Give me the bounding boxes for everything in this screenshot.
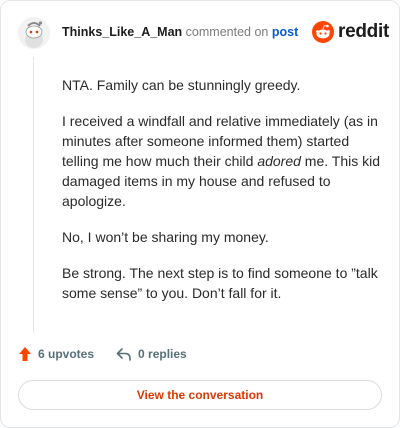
comment-paragraph: NTA. Family can be stunningly greedy.	[62, 77, 301, 93]
avatar[interactable]	[18, 17, 50, 49]
upvote-count: 6 upvotes	[38, 347, 95, 361]
snoo-avatar-icon	[18, 17, 50, 49]
comment-paragraph: Be strong. The next step is to find some…	[62, 265, 378, 301]
username-link[interactable]: Thinks_Like_A_Man	[62, 25, 182, 39]
post-link[interactable]: post	[272, 25, 298, 39]
reply-button[interactable]: 0 replies	[116, 347, 187, 361]
upvote-button[interactable]: 6 upvotes	[18, 346, 94, 362]
reply-count: 0 replies	[138, 347, 187, 361]
comment-actions: 6 upvotes 0 replies	[18, 346, 187, 362]
thread-line	[33, 57, 34, 333]
reddit-logo[interactable]: reddit	[312, 21, 389, 43]
reddit-wordmark: reddit	[338, 21, 389, 42]
reddit-snoo-icon	[312, 21, 334, 43]
comment-paragraph: I received a windfall and relative immed…	[62, 111, 382, 211]
comment-header: Thinks_Like_A_Man commented on post	[62, 25, 298, 39]
view-conversation-button[interactable]: View the conversation	[18, 380, 382, 410]
comment-card: Thinks_Like_A_Man commented on post redd…	[0, 0, 400, 428]
commented-on-text: commented on	[185, 25, 269, 39]
comment-paragraph: No, I won’t be sharing my money.	[62, 229, 269, 245]
reply-arrow-icon	[116, 348, 131, 361]
upvote-arrow-icon	[19, 347, 31, 361]
comment-body: NTA. Family can be stunningly greedy. I …	[62, 75, 382, 319]
comment-emphasis: adored	[257, 153, 301, 169]
